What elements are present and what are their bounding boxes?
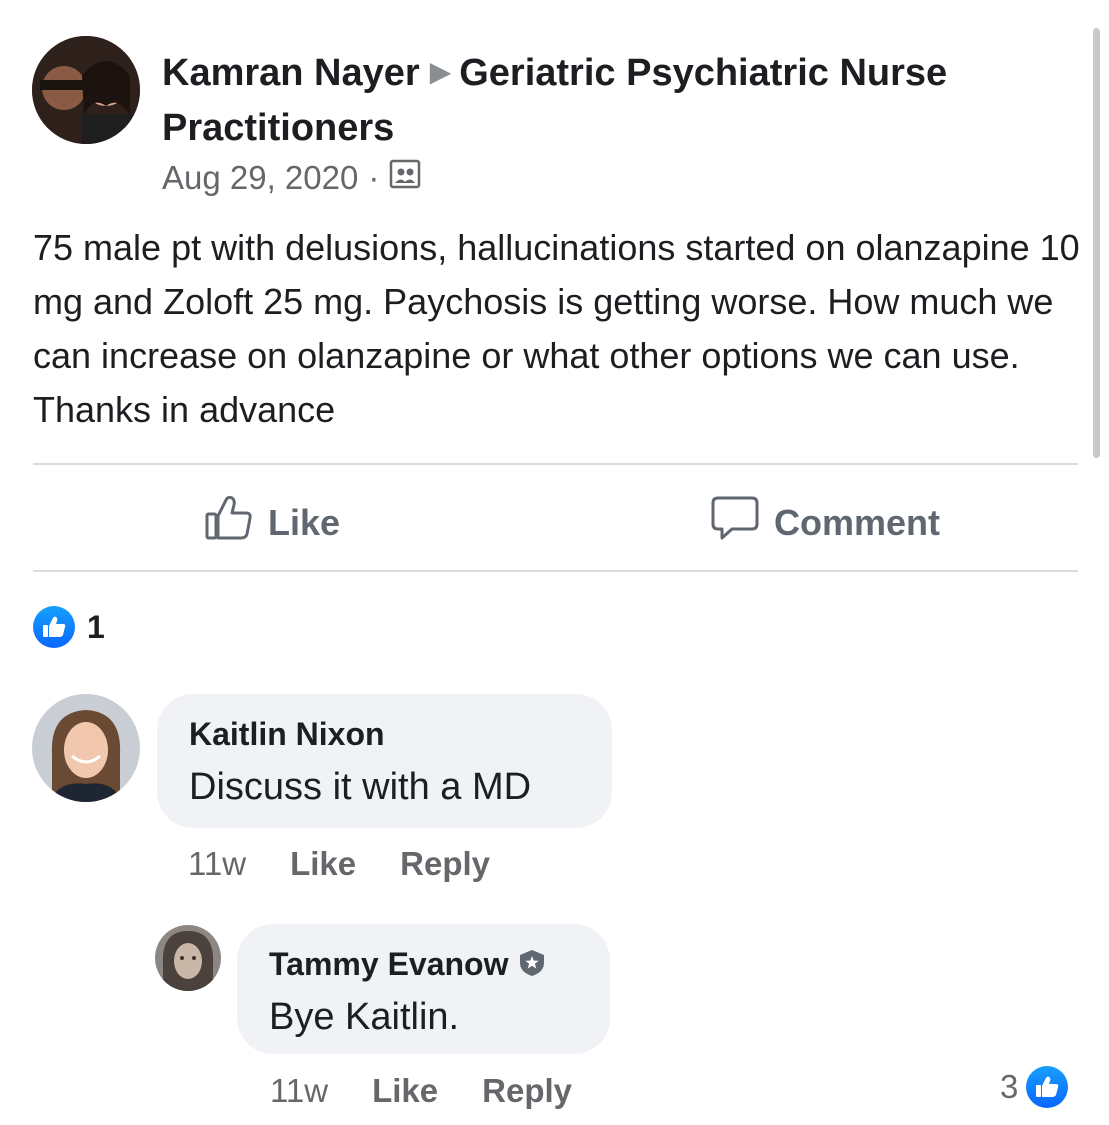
reply-actions: 11w Like Reply <box>270 1072 572 1110</box>
comment-time[interactable]: 11w <box>188 845 246 883</box>
post-body: 75 male pt with delusions, hallucination… <box>33 227 1080 430</box>
reply-text: Bye Kaitlin. <box>269 996 460 1038</box>
comment-text: Discuss it with a MD <box>189 766 532 808</box>
reply-like-button[interactable]: Like <box>372 1072 438 1110</box>
scrollbar[interactable] <box>1093 28 1100 458</box>
commenter-avatar[interactable] <box>32 694 140 802</box>
comment-like-button[interactable]: Like <box>290 845 356 883</box>
comment-button[interactable]: Comment <box>710 494 940 551</box>
like-reaction-icon <box>33 606 75 648</box>
reply-reactions[interactable]: 3 <box>1000 1066 1069 1108</box>
comment-actions: 11w Like Reply <box>188 845 490 883</box>
comment-label: Comment <box>774 501 941 543</box>
replier-name[interactable]: Tammy Evanow <box>269 946 508 982</box>
admin-shield-icon <box>518 949 546 977</box>
comment-reply-button[interactable]: Reply <box>400 845 490 883</box>
author-avatar[interactable] <box>32 36 140 144</box>
reaction-count: 1 <box>87 608 105 645</box>
reaction-summary[interactable]: 1 <box>33 606 105 648</box>
post-header: Kamran Nayer ▶ Geriatric Psychiatric Nurse… <box>162 44 1062 156</box>
like-icon <box>204 494 254 551</box>
group-audience-icon <box>389 158 421 198</box>
reply-reaction-count: 3 <box>1000 1068 1019 1105</box>
divider <box>33 570 1078 572</box>
meta-separator: · <box>368 159 380 196</box>
comment-bubble: Kaitlin Nixon Discuss it with a MD <box>157 694 612 828</box>
reply-time[interactable]: 11w <box>270 1072 328 1110</box>
reply-reply-button[interactable]: Reply <box>482 1072 572 1110</box>
reply-bubble: Tammy Evanow Bye Kaitlin. <box>237 924 610 1054</box>
post-meta: Aug 29, 2020 · <box>162 158 421 198</box>
post-date[interactable]: Aug 29, 2020 <box>162 159 358 197</box>
divider <box>33 463 1078 465</box>
comment-icon <box>710 494 760 551</box>
author-name[interactable]: Kamran Nayer <box>162 52 420 94</box>
like-button[interactable]: Like <box>204 494 340 551</box>
like-label: Like <box>268 501 341 543</box>
shared-to-arrow-icon: ▶ <box>429 56 452 87</box>
like-reaction-icon <box>1026 1066 1069 1108</box>
replier-avatar[interactable] <box>155 925 221 991</box>
commenter-name[interactable]: Kaitlin Nixon <box>189 716 385 753</box>
replier-name-row: Tammy Evanow <box>269 946 546 983</box>
